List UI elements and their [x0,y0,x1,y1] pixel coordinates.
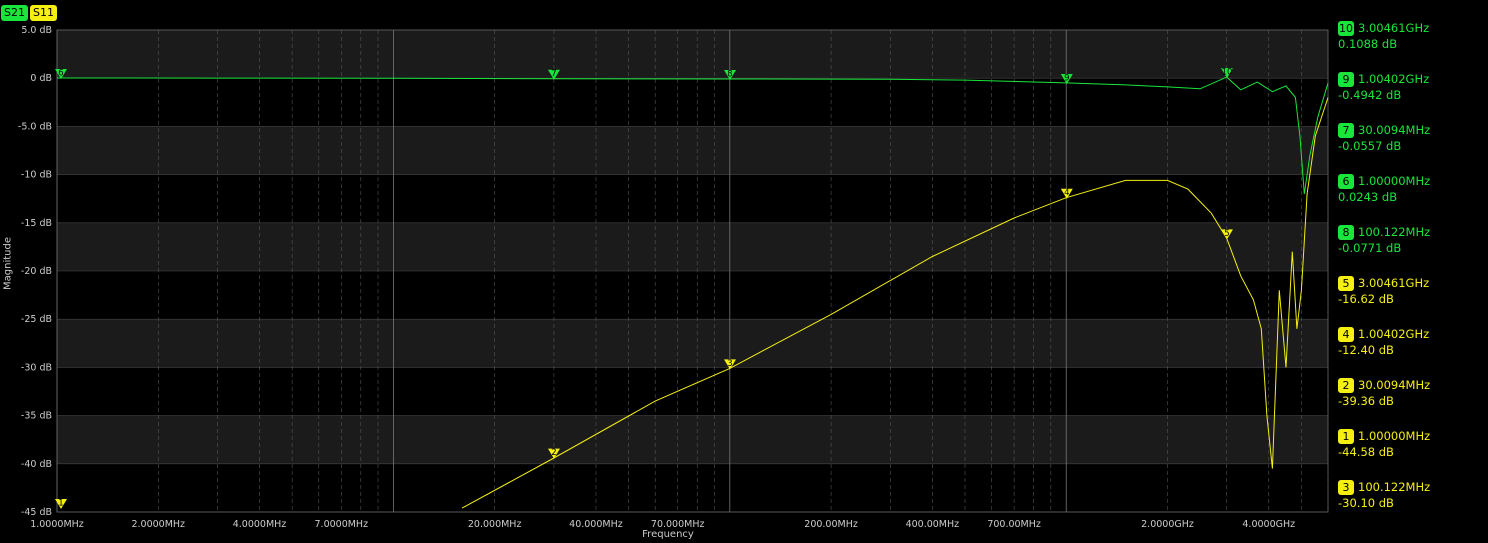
marker-readout-value: 0.1088 dB [1338,37,1398,51]
marker-readout-badge: 8 [1338,225,1354,240]
marker-readout-5[interactable]: 5 3.00461GHz -16.62 dB [1338,276,1486,306]
marker-readout-value: 0.0243 dB [1338,190,1398,204]
marker-1-label: 1 [58,498,63,508]
marker-readout-badge: 2 [1338,378,1354,393]
y-tick-label: -5.0 dB [18,121,52,132]
marker-readout-value: -12.40 dB [1338,343,1394,357]
marker-readout-frequency: 3.00461GHz [1358,276,1430,290]
marker-readout-value: -30.10 dB [1338,496,1394,510]
marker-3-label: 3 [727,359,732,369]
y-tick-label: 5.0 dB [21,25,52,36]
x-tick-label: 400.00MHz [906,519,960,530]
y-tick-label: -15 dB [21,218,52,229]
marker-readout-value: -16.62 dB [1338,292,1394,306]
marker-readout-badge: 3 [1338,480,1354,495]
x-tick-label: 2.0000MHz [131,519,185,530]
marker-4-label: 4 [1064,188,1069,198]
y-axis-title: Magnitude [2,237,14,290]
x-axis-title: Frequency [642,529,694,540]
x-tick-label: 40.000MHz [569,519,623,530]
marker-readout-2[interactable]: 2 30.0094MHz -39.36 dB [1338,378,1486,408]
marker-readout-value: -44.58 dB [1338,445,1394,459]
grid-band [57,222,1328,271]
marker-readout-1[interactable]: 1 1.00000MHz -44.58 dB [1338,429,1486,459]
marker-readout-frequency: 3.00461GHz [1358,21,1430,35]
marker-readout-badge: 9 [1338,72,1354,87]
grid-band [57,415,1328,464]
marker-readout-3[interactable]: 3 100.122MHz -30.10 dB [1338,480,1486,510]
x-tick-label: 4.0000GHz [1242,519,1295,530]
grid-band [57,319,1328,368]
y-tick-label: -45 dB [21,507,52,518]
x-tick-label: 2.0000GHz [1141,519,1194,530]
marker-readout-badge: 5 [1338,276,1354,291]
marker-8-label: 8 [727,69,732,79]
marker-readout-7[interactable]: 7 30.0094MHz -0.0557 dB [1338,123,1486,153]
marker-readout-frequency: 1.00000MHz [1358,429,1431,443]
marker-readout-badge: 1 [1338,429,1354,444]
marker-readout-badge: 6 [1338,174,1354,189]
marker-readout-frequency: 1.00402GHz [1358,327,1430,341]
marker-readout-value: -0.0557 dB [1338,139,1402,153]
marker-readout-badge: 4 [1338,327,1354,342]
marker-9-label: 9 [1064,73,1069,83]
y-tick-label: -40 dB [21,459,52,470]
marker-readout-frequency: 1.00000MHz [1358,174,1431,188]
marker-readout-frequency: 100.122MHz [1358,225,1431,239]
y-tick-label: 0 dB [30,73,52,84]
marker-readout-frequency: 30.0094MHz [1358,123,1431,137]
x-tick-label: 4.0000MHz [233,519,287,530]
marker-2-label: 2 [551,448,556,458]
marker-readout-6[interactable]: 6 1.00000MHz 0.0243 dB [1338,174,1486,204]
marker-readout-10[interactable]: 10 3.00461GHz 0.1088 dB [1338,21,1486,51]
marker-readout-8[interactable]: 8 100.122MHz -0.0771 dB [1338,225,1486,255]
marker-readout-badge: 7 [1338,123,1354,138]
marker-readout-4[interactable]: 4 1.00402GHz -12.40 dB [1338,327,1486,357]
marker-10-label: 10 [1222,68,1233,78]
marker-readout-frequency: 30.0094MHz [1358,378,1431,392]
y-tick-label: -20 dB [21,266,52,277]
marker-5-label: 5 [1224,229,1229,239]
marker-readout-9[interactable]: 9 1.00402GHz -0.4942 dB [1338,72,1486,102]
grid-band [57,30,1328,79]
y-tick-label: -10 dB [21,170,52,181]
chart-plot: 5.0 dB 0 dB -5.0 dB -10 dB -15 dB -20 dB -25 d… [18,25,1329,530]
x-tick-label: 1.0000MHz [30,519,84,530]
marker-readout-value: -39.36 dB [1338,394,1394,408]
marker-readout-value: -0.0771 dB [1338,241,1402,255]
marker-readout-frequency: 1.00402GHz [1358,72,1430,86]
marker-7-label: 7 [551,69,556,79]
x-tick-label: 20.000MHz [468,519,522,530]
grid-band [57,126,1328,175]
marker-readout-badge: 10 [1338,21,1354,36]
y-tick-label: -35 dB [21,411,52,422]
x-tick-label: 7.0000MHz [315,519,369,530]
y-tick-label: -30 dB [21,362,52,373]
y-tick-label: -25 dB [21,314,52,325]
x-tick-label: 700.00MHz [987,519,1041,530]
marker-readout-frequency: 100.122MHz [1358,480,1431,494]
x-tick-label: 200.00MHz [804,519,858,530]
marker-6-label: 6 [58,68,63,78]
marker-readout-value: -0.4942 dB [1338,88,1402,102]
